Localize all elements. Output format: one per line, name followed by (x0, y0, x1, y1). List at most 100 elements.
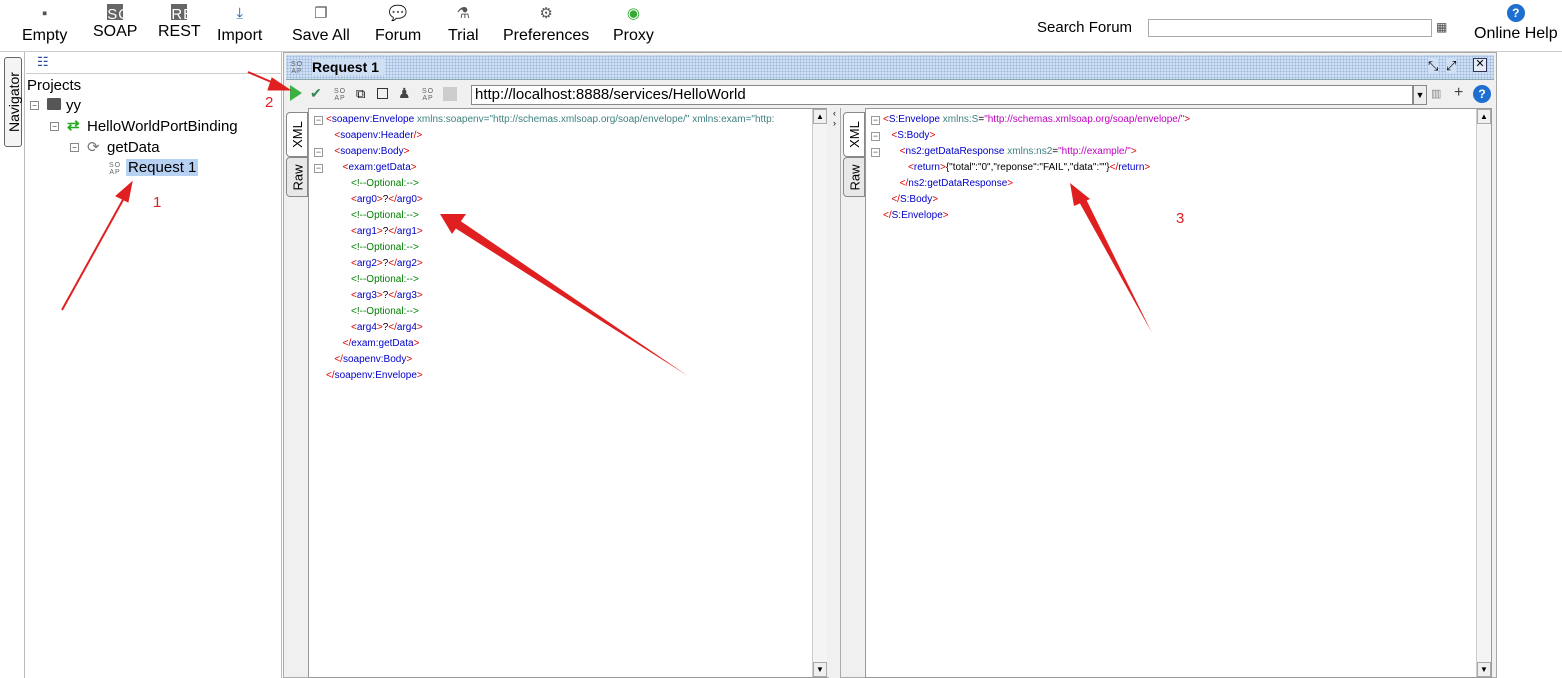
toolbar-proxy-button[interactable]: ◉ Proxy (613, 4, 654, 45)
xml-line: <arg1>?</arg1> (351, 226, 423, 237)
search-binoculars-icon[interactable]: ▦ (1436, 20, 1447, 34)
soap-action-icon[interactable]: SO AP (333, 88, 347, 102)
soap-endpoint-icon[interactable]: SO AP (421, 88, 435, 102)
xml-line: <return>{"total":"0","reponse":"FAIL","d… (908, 162, 1151, 173)
main-toolbar: ▪ Empty SO AP SOAP RE ST REST ⤓ Import ❐ Save… (0, 0, 1562, 52)
fold-icon[interactable]: − (314, 116, 323, 125)
xml-line: <arg2>?</arg2> (351, 258, 423, 269)
stamp-icon[interactable]: ♟ (398, 85, 411, 102)
toolbar-soap-button[interactable]: SO AP SOAP (93, 4, 137, 43)
request-xml-editor[interactable]: <soapenv:Envelope xmlns:soapenv="http://… (308, 108, 827, 678)
disabled-icon (443, 87, 457, 101)
xml-line: <exam:getData> (342, 162, 417, 173)
fold-icon[interactable]: − (871, 148, 880, 157)
help-icon[interactable]: ? (1473, 85, 1491, 103)
fold-icon[interactable]: − (314, 164, 323, 173)
collapse-icon[interactable]: − (70, 143, 79, 152)
request-tab-raw[interactable]: Raw (286, 157, 308, 197)
tree-item-binding[interactable]: HelloWorldPortBinding (87, 118, 238, 135)
response-tab-raw[interactable]: Raw (843, 157, 865, 197)
toolbar-rest-button[interactable]: RE ST REST (158, 4, 201, 43)
toolbar-preferences-button[interactable]: ⚙ Preferences (503, 4, 589, 45)
splitter[interactable]: ‹ › (829, 108, 841, 678)
refresh-box-icon[interactable]: ⧉ (356, 86, 365, 102)
xml-line: <S:Body> (891, 130, 936, 141)
xml-line: <!--Optional:--> (351, 306, 419, 317)
toolbar-trial-button[interactable]: ⚗ Trial (448, 4, 479, 45)
xml-line: <!--Optional:--> (351, 178, 419, 189)
save-all-icon: ❐ (314, 5, 328, 22)
xml-line: </S:Body> (891, 194, 939, 205)
project-tree: ☷ Projects − yy − ⇄ HelloWorldPortBindin… (26, 52, 282, 678)
annotation-number-3: 3 (1176, 210, 1185, 227)
xml-line: <!--Optional:--> (351, 242, 419, 253)
stop-icon[interactable] (377, 88, 388, 99)
fold-icon[interactable]: − (314, 148, 323, 157)
scroll-down-icon[interactable]: ▼ (1477, 662, 1491, 677)
scroll-up-icon[interactable]: ▲ (1477, 109, 1491, 124)
xml-line: </S:Envelope> (883, 210, 949, 221)
tree-item-operation[interactable]: getData (107, 139, 160, 156)
navigator-tab[interactable]: Navigator (4, 57, 22, 147)
xml-line: <arg4>?</arg4> (351, 322, 423, 333)
response-tab-xml[interactable]: XML (843, 112, 865, 157)
endpoint-url-field[interactable]: http://localhost:8888/services/HelloWorl… (471, 85, 1413, 105)
request-toolbar: ✔ SO AP ⧉ ♟ SO AP http://localhost:8888/… (286, 83, 1494, 109)
trial-icon: ⚗ (456, 5, 470, 22)
search-forum-label: Search Forum (1037, 19, 1133, 36)
edit-endpoint-icon[interactable]: ▥ (1431, 87, 1441, 100)
scroll-down-icon[interactable]: ▼ (813, 662, 827, 677)
interface-icon: ⇄ (67, 117, 80, 134)
response-scrollbar[interactable]: ▲ ▼ (1476, 109, 1491, 677)
request-title: Request 1 (312, 59, 385, 75)
collapse-icon[interactable]: − (30, 101, 39, 110)
run-icon[interactable] (290, 85, 302, 101)
response-xml-editor[interactable]: <S:Envelope xmlns:S="http://schemas.xmls… (865, 108, 1492, 678)
soap-request-icon: SO AP (108, 162, 122, 176)
online-help-button[interactable]: ? Online Help (1474, 4, 1558, 43)
fold-icon[interactable]: − (871, 116, 880, 125)
xml-line: <arg3>?</arg3> (351, 290, 423, 301)
fold-icon[interactable]: − (871, 132, 880, 141)
proxy-icon: ◉ (626, 5, 640, 22)
soap-icon: SO AP (107, 4, 131, 43)
tree-root-projects[interactable]: Projects (27, 77, 81, 94)
xml-line: <soapenv:Header/> (334, 130, 423, 141)
operation-icon: ⟳ (87, 139, 100, 156)
annotation-number-1: 1 (153, 194, 162, 211)
toolbar-empty-button[interactable]: ▪ Empty (22, 4, 67, 45)
collapse-icon[interactable]: − (50, 122, 59, 131)
request-scrollbar[interactable]: ▲ ▼ (812, 109, 827, 677)
folder-icon (47, 98, 61, 110)
toolbar-import-button[interactable]: ⤓ Import (217, 4, 262, 45)
annotation-number-2: 2 (265, 94, 274, 111)
xml-line: <soapenv:Body> (334, 146, 410, 157)
search-forum-input[interactable] (1148, 19, 1432, 37)
toolbar-forum-button[interactable]: 💬 Forum (375, 4, 421, 45)
request-tab-xml[interactable]: XML (286, 112, 308, 157)
check-icon[interactable]: ✔ (310, 85, 322, 102)
maximize-icon[interactable]: ⤢ (1446, 58, 1457, 74)
xml-line: </ns2:getDataResponse> (899, 178, 1014, 189)
xml-line: </soapenv:Envelope> (326, 370, 423, 381)
xml-line: <soapenv:Envelope xmlns:soapenv="http://… (326, 114, 775, 125)
forum-icon: 💬 (388, 5, 408, 22)
add-icon[interactable]: + (1454, 84, 1463, 102)
tree-item-request-selected[interactable]: Request 1 (126, 159, 199, 176)
xml-line: <S:Envelope xmlns:S="http://schemas.xmls… (883, 114, 1191, 125)
xml-line: <!--Optional:--> (351, 210, 419, 221)
xml-line: </exam:getData> (342, 338, 420, 349)
rest-icon: RE ST (171, 4, 195, 43)
xml-line: </soapenv:Body> (334, 354, 413, 365)
collapse-left-icon[interactable]: ‹ › (833, 108, 836, 128)
url-dropdown-chevron-down-icon[interactable]: ▼ (1413, 85, 1427, 105)
request-title-bar: SO AP Request 1 ⤡ ⤢ ✕ (286, 55, 1494, 80)
close-icon[interactable]: ✕ (1473, 58, 1487, 72)
minimize-icon[interactable]: ⤡ (1428, 58, 1439, 74)
scroll-up-icon[interactable]: ▲ (813, 109, 827, 124)
help-icon: ? (1506, 4, 1525, 22)
toolbar-save-all-button[interactable]: ❐ Save All (292, 4, 350, 45)
empty-project-icon: ▪ (42, 5, 48, 22)
tree-view-icon[interactable]: ☷ (37, 54, 49, 70)
tree-item-project[interactable]: yy (66, 97, 81, 114)
